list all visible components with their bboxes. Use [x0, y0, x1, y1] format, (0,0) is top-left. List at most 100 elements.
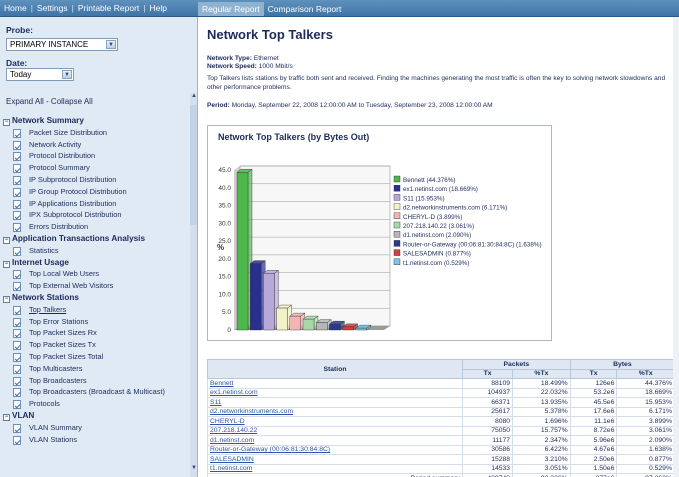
cell-byte-pct: 15.953% — [616, 397, 675, 408]
nav-link-help[interactable]: Help — [149, 3, 166, 13]
sidebar-item-ip-subprotocol-distribution[interactable]: IP Subprotocol Distribution — [3, 174, 191, 186]
sidebar-item-top-external-web-visitors[interactable]: Top External Web Visitors — [3, 280, 191, 292]
table-row: t1.netinst.com 14533 3.051% 1.50e6 0.529% — [207, 463, 675, 474]
main-scrollbar[interactable] — [673, 17, 679, 477]
report-icon — [13, 364, 21, 374]
sidebar-item-protocol-distribution[interactable]: Protocol Distribution — [3, 150, 191, 162]
cell-pkt-pct: 3.210% — [512, 454, 571, 465]
sidebar-item-vlan-stations[interactable]: VLAN Stations — [3, 434, 191, 446]
sidebar-item-protocols[interactable]: Protocols — [3, 398, 191, 410]
cell-byte-pct: 0.529% — [616, 463, 675, 474]
summary-byte-tx: 277e6 — [569, 473, 618, 477]
sidebar-item-packet-size-distribution[interactable]: Packet Size Distribution — [3, 127, 191, 139]
sidebar-item-label: Top Packet Sizes Tx — [29, 340, 96, 350]
legend-entry: SALESADMIN (0.877%) — [403, 251, 471, 258]
sidebar-item-top-talkers[interactable]: Top Talkers — [3, 304, 191, 316]
sidebar-item-label: Top Packet Sizes Rx — [29, 328, 97, 338]
station-link[interactable]: 207.218.140.22 — [207, 425, 463, 436]
probe-label: Probe: — [6, 25, 33, 35]
expand-collapse-link[interactable]: Expand All - Collapse All — [6, 97, 93, 106]
sidebar-item-top-multicasters[interactable]: Top Multicasters — [3, 363, 191, 375]
cell-byte-pct: 3.899% — [616, 416, 675, 427]
report-icon — [13, 199, 21, 209]
cell-pkt-tx: 8080 — [461, 416, 514, 427]
sidebar-item-label: Top Packet Sizes Total — [29, 351, 104, 361]
table-body: Bennett 88109 18.499% 126e6 44.376% ex1.netin… — [207, 378, 675, 477]
sidebar-item-ipx-subprotocol-distribution[interactable]: IPX Subprotocol Distribution — [3, 209, 191, 221]
top-nav: Home | Settings | Printable Report | Help — [4, 3, 167, 13]
station-link[interactable]: SALESADMIN — [207, 454, 463, 465]
sidebar-item-label: Network Activity — [29, 139, 82, 149]
tree-category[interactable]: − VLAN — [3, 410, 191, 422]
sidebar-item-ip-group-protocol-distribution[interactable]: IP Group Protocol Distribution — [3, 186, 191, 198]
summary-label: Period summary — [207, 473, 463, 477]
nav-link-printable-report[interactable]: Printable Report — [78, 3, 139, 13]
packets-header: Packets — [462, 359, 571, 370]
legend-entry: 207.218.140.22 (3.061%) — [403, 223, 474, 230]
report-icon — [13, 270, 21, 280]
tree-category[interactable]: − Network Summary — [3, 115, 191, 127]
collapse-icon[interactable]: − — [3, 119, 10, 126]
station-link[interactable]: t1.netinst.com — [207, 463, 463, 474]
legend-entry: Router-or-Gateway (00:06:81:30:84:8C) (1… — [403, 241, 542, 248]
station-link[interactable]: Router-or-Gateway (00:06:81:30:84:8C) — [207, 444, 463, 455]
tree-category[interactable]: − Internet Usage — [3, 257, 191, 269]
sidebar-item-protocol-summary[interactable]: Protocol Summary — [3, 162, 191, 174]
sidebar-item-ip-applications-distribution[interactable]: IP Applications Distribution — [3, 198, 191, 210]
sidebar-item-top-packet-sizes-rx[interactable]: Top Packet Sizes Rx — [3, 327, 191, 339]
station-link[interactable]: d2.networkinstruments.com — [207, 406, 463, 417]
sidebar-scroll-thumb[interactable] — [190, 105, 197, 225]
nav-link-home[interactable]: Home — [4, 3, 27, 13]
sidebar-item-top-broadcasters[interactable]: Top Broadcasters — [3, 375, 191, 387]
sidebar-item-top-broadcasters-broadcast-multicast[interactable]: Top Broadcasters (Broadcast & Multicast) — [3, 386, 191, 398]
station-link[interactable]: CHERYL-D — [207, 416, 463, 427]
nav-link-settings[interactable]: Settings — [37, 3, 68, 13]
cell-byte-tx: 4.67e6 — [569, 444, 618, 455]
sidebar-item-network-activity[interactable]: Network Activity — [3, 139, 191, 151]
bar-6 — [315, 319, 332, 331]
sidebar-item-top-local-web-users[interactable]: Top Local Web Users — [3, 268, 191, 280]
station-link[interactable]: S11 — [207, 397, 463, 408]
cell-pkt-tx: 66371 — [461, 397, 514, 408]
sidebar-item-label: Top External Web Visitors — [29, 281, 114, 291]
bytes-pct-header: %Tx — [616, 368, 675, 379]
network-speed-label: Network Speed: — [207, 63, 257, 70]
report-icon — [13, 282, 21, 292]
report-icon — [13, 352, 21, 362]
station-link[interactable]: ex1.netinst.com — [207, 387, 463, 398]
chevron-down-icon[interactable]: ▼ — [106, 40, 116, 49]
cell-byte-pct: 1.638% — [616, 444, 675, 455]
collapse-icon[interactable]: − — [3, 295, 10, 303]
tab-regular-report[interactable]: Regular Report — [198, 2, 264, 16]
station-link[interactable]: d1.netinst.com — [207, 435, 463, 446]
collapse-icon[interactable]: − — [3, 413, 10, 421]
tree-category[interactable]: − Application Transactions Analysis — [3, 233, 191, 245]
cell-byte-tx: 126e6 — [569, 378, 618, 389]
sidebar-item-top-error-stations[interactable]: Top Error Stations — [3, 316, 191, 328]
tree-category[interactable]: − Network Stations — [3, 292, 191, 304]
cell-pkt-tx: 30586 — [461, 444, 514, 455]
sidebar-item-statistics[interactable]: Statistics — [3, 245, 191, 257]
sidebar-item-errors-distribution[interactable]: Errors Distribution — [3, 221, 191, 233]
probe-select[interactable]: PRIMARY INSTANCE ▼ — [6, 38, 118, 51]
sidebar-item-top-packet-sizes-tx[interactable]: Top Packet Sizes Tx — [3, 339, 191, 351]
scroll-up-icon[interactable]: ▲ — [190, 93, 197, 103]
scroll-down-icon[interactable]: ▼ — [190, 465, 197, 475]
chevron-down-icon[interactable]: ▼ — [62, 70, 72, 79]
cell-byte-pct: 0.877% — [616, 454, 675, 465]
tab-comparison-report[interactable]: Comparison Report — [264, 2, 346, 16]
y-tick-label: 40.0 — [218, 185, 231, 192]
summary-row: Period summary43974892.326%277e697.262% — [207, 473, 675, 477]
sidebar-item-vlan-summary[interactable]: VLAN Summary — [3, 422, 191, 434]
sidebar-item-label: VLAN Stations — [29, 434, 78, 444]
probe-select-value: PRIMARY INSTANCE — [10, 40, 89, 49]
report-icon — [13, 187, 21, 197]
cell-pkt-pct: 2.347% — [512, 435, 571, 446]
date-select[interactable]: Today ▼ — [6, 68, 74, 81]
table-row: SALESADMIN 15288 3.210% 2.50e6 0.877% — [207, 454, 675, 465]
station-link[interactable]: Bennett — [207, 378, 463, 389]
collapse-icon[interactable]: − — [3, 260, 10, 268]
report-icon — [13, 400, 21, 410]
sidebar-item-top-packet-sizes-total[interactable]: Top Packet Sizes Total — [3, 351, 191, 363]
collapse-icon[interactable]: − — [3, 236, 10, 244]
